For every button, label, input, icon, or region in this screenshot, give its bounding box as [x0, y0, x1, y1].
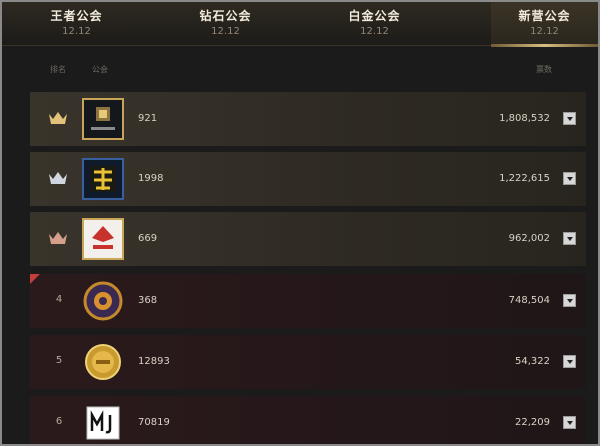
mj-logo-emblem — [86, 406, 120, 440]
vote-count: 22,209 — [515, 417, 550, 428]
tab-platinum-guild[interactable]: 白金公会 12.12 — [300, 2, 449, 46]
table-row[interactable]: 6 70819 22,209 — [30, 396, 586, 444]
chevron-down-icon[interactable] — [563, 416, 576, 429]
column-header-rank: 排名 — [50, 65, 66, 74]
new-marker-icon — [30, 274, 40, 284]
chevron-down-icon[interactable] — [563, 232, 576, 245]
vote-count: 748,504 — [508, 295, 550, 306]
rank-number: 4 — [55, 294, 63, 305]
chevron-down-icon[interactable] — [563, 172, 576, 185]
table-row[interactable]: 669 962,002 — [30, 212, 586, 266]
round-ornate-emblem — [83, 281, 123, 321]
chevron-down-icon[interactable] — [563, 355, 576, 368]
vote-count: 54,322 — [515, 356, 550, 367]
tab-king-guild[interactable]: 王者公会 12.12 — [2, 2, 151, 46]
column-header-score: 票数 — [536, 65, 552, 74]
guild-tier-tabs: 王者公会 12.12 钻石公会 12.12 白金公会 12.12 新营公会 12… — [2, 2, 598, 47]
table-row[interactable]: 921 1,808,532 — [30, 92, 586, 146]
tab-label: 钻石公会 — [199, 9, 252, 23]
column-header-guild: 公会 — [92, 65, 108, 74]
gold-coin-emblem — [85, 344, 121, 380]
guild-id: 12893 — [138, 356, 170, 367]
vote-count: 1,222,615 — [499, 173, 550, 184]
table-row[interactable]: 4 368 748,504 — [30, 274, 586, 328]
tab-diamond-guild[interactable]: 钻石公会 12.12 — [151, 2, 300, 46]
vote-count: 1,808,532 — [499, 113, 550, 124]
chevron-down-icon[interactable] — [563, 294, 576, 307]
rank-number: 6 — [55, 416, 63, 427]
tab-label: 新营公会 — [518, 9, 571, 23]
rank-number: 5 — [55, 355, 63, 366]
tab-date: 12.12 — [530, 26, 559, 37]
tab-label: 王者公会 — [50, 9, 103, 23]
guild-id: 70819 — [138, 417, 170, 428]
tab-date: 12.12 — [62, 26, 91, 37]
gold-character-emblem — [82, 158, 124, 200]
tab-label: 白金公会 — [348, 9, 401, 23]
crown-bronze-icon — [49, 232, 67, 244]
red-white-emblem — [82, 218, 124, 260]
tab-date: 12.12 — [211, 26, 240, 37]
tab-new-guild[interactable]: 新营公会 12.12 — [491, 2, 598, 47]
crown-gold-icon — [49, 112, 67, 124]
ranking-panel: 王者公会 12.12 钻石公会 12.12 白金公会 12.12 新营公会 12… — [0, 0, 600, 446]
chevron-down-icon[interactable] — [563, 112, 576, 125]
table-row[interactable]: 5 12893 54,322 — [30, 335, 586, 389]
guild-id: 1998 — [138, 173, 164, 184]
guild-id: 669 — [138, 233, 158, 244]
tab-date: 12.12 — [360, 26, 389, 37]
guild-id: 368 — [138, 295, 158, 306]
guild-id: 921 — [138, 113, 158, 124]
dark-badge-emblem — [82, 98, 124, 140]
column-header-row: 排名 公会 票数 — [30, 46, 586, 92]
vote-count: 962,002 — [508, 233, 550, 244]
crown-silver-icon — [49, 172, 67, 184]
table-row[interactable]: 1998 1,222,615 — [30, 152, 586, 206]
